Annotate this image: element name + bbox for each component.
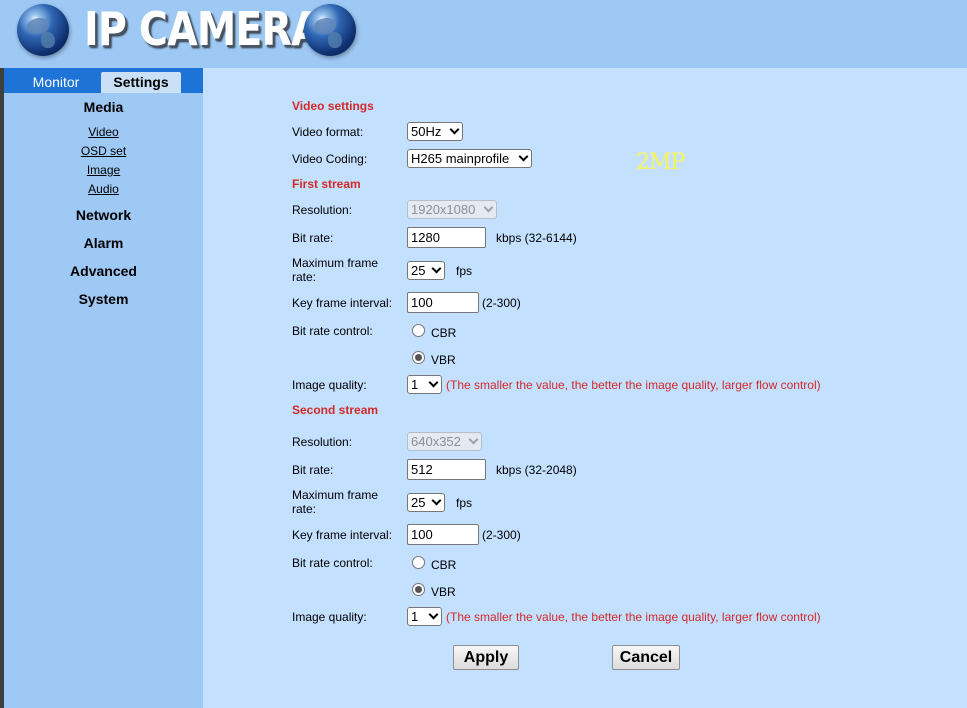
- nav-media[interactable]: Media: [4, 99, 203, 115]
- keyframe-hint: (2-300): [482, 296, 521, 310]
- second-framerate-select[interactable]: 25: [407, 493, 445, 512]
- first-bitrate-input[interactable]: 1280: [407, 227, 486, 248]
- chevron-down-icon: [468, 434, 479, 445]
- video-coding-value: H265 mainprofile: [411, 151, 510, 166]
- nav-system[interactable]: System: [4, 291, 203, 307]
- nav-item-video[interactable]: Video: [4, 125, 203, 139]
- chevron-down-icon: [449, 124, 460, 135]
- first-quality-select[interactable]: 1: [407, 375, 442, 394]
- framerate-label-line2: rate:: [292, 502, 317, 516]
- section-first-stream: First stream: [292, 177, 361, 191]
- nav-advanced[interactable]: Advanced: [4, 263, 203, 279]
- vbr-label: VBR: [431, 585, 456, 599]
- apply-button[interactable]: Apply: [453, 645, 519, 670]
- chevron-down-icon: [428, 377, 439, 388]
- resolution-label: Resolution:: [292, 203, 353, 217]
- globe-icon: [17, 4, 69, 56]
- second-keyframe-input[interactable]: 100: [407, 524, 479, 545]
- second-framerate-value: 25: [411, 495, 426, 510]
- video-coding-select[interactable]: H265 mainprofile: [407, 149, 532, 168]
- quality-hint: (The smaller the value, the better the i…: [446, 610, 821, 624]
- first-quality-value: 1: [411, 377, 419, 392]
- nav-item-audio[interactable]: Audio: [4, 182, 203, 196]
- first-vbr-radio[interactable]: [412, 351, 425, 364]
- chevron-down-icon: [483, 202, 494, 213]
- first-cbr-radio[interactable]: [412, 324, 425, 337]
- first-resolution-select: 1920x1080: [407, 200, 497, 219]
- tab-bar: Monitor Settings: [4, 68, 203, 93]
- second-quality-select[interactable]: 1: [407, 607, 442, 626]
- tab-monitor[interactable]: Monitor: [9, 72, 103, 93]
- section-video-settings: Video settings: [292, 99, 374, 113]
- app-title: IP CAMERA: [84, 2, 322, 56]
- second-quality-value: 1: [411, 609, 419, 624]
- keyframe-label: Key frame interval:: [292, 296, 393, 310]
- nav-item-image[interactable]: Image: [4, 163, 203, 177]
- header-banner: IP CAMERA: [0, 0, 967, 67]
- first-framerate-value: 25: [411, 263, 426, 278]
- quality-hint: (The smaller the value, the better the i…: [446, 378, 821, 392]
- framerate-label-line1: Maximum frame: [292, 256, 379, 270]
- vbr-label: VBR: [431, 353, 456, 367]
- framerate-unit: fps: [456, 496, 473, 510]
- bitrate-label: Bit rate:: [292, 463, 334, 477]
- nav-alarm[interactable]: Alarm: [4, 235, 203, 251]
- video-format-value: 50Hz: [411, 124, 442, 139]
- sidebar: Monitor Settings Media Video OSD set Ima…: [4, 68, 203, 708]
- bitrate-control-label: Bit rate control:: [292, 556, 373, 570]
- first-resolution-value: 1920x1080: [411, 202, 476, 217]
- first-keyframe-input[interactable]: 100: [407, 292, 479, 313]
- main-panel: Video settings Video format: 50Hz Video …: [203, 68, 967, 708]
- resolution-badge: 2MP: [636, 150, 685, 175]
- framerate-label-line2: rate:: [292, 270, 317, 284]
- nav-item-osd-set[interactable]: OSD set: [4, 144, 203, 158]
- framerate-unit: fps: [456, 264, 473, 278]
- section-second-stream: Second stream: [292, 403, 379, 417]
- framerate-label-line1: Maximum frame: [292, 488, 379, 502]
- resolution-label: Resolution:: [292, 435, 353, 449]
- globe-icon: [304, 4, 356, 56]
- second-cbr-radio[interactable]: [412, 556, 425, 569]
- chevron-down-icon: [431, 263, 442, 274]
- bitrate-hint: kbps (32-6144): [496, 231, 577, 245]
- second-resolution-value: 640x352: [411, 434, 461, 449]
- tab-settings[interactable]: Settings: [101, 72, 181, 93]
- cancel-button[interactable]: Cancel: [612, 645, 680, 670]
- image-quality-label: Image quality:: [292, 378, 367, 392]
- cbr-label: CBR: [431, 326, 457, 340]
- bitrate-hint: kbps (32-2048): [496, 463, 577, 477]
- second-resolution-select: 640x352: [407, 432, 482, 451]
- second-vbr-radio[interactable]: [412, 583, 425, 596]
- first-framerate-select[interactable]: 25: [407, 261, 445, 280]
- video-format-label: Video format:: [292, 125, 364, 139]
- image-quality-label: Image quality:: [292, 610, 367, 624]
- keyframe-label: Key frame interval:: [292, 528, 393, 542]
- video-coding-label: Video Coding:: [292, 152, 368, 166]
- second-bitrate-input[interactable]: 512: [407, 459, 486, 480]
- chevron-down-icon: [428, 609, 439, 620]
- video-format-select[interactable]: 50Hz: [407, 122, 463, 141]
- chevron-down-icon: [431, 495, 442, 506]
- nav-network[interactable]: Network: [4, 207, 203, 223]
- chevron-down-icon: [518, 151, 529, 162]
- keyframe-hint: (2-300): [482, 528, 521, 542]
- cbr-label: CBR: [431, 558, 457, 572]
- bitrate-label: Bit rate:: [292, 231, 334, 245]
- bitrate-control-label: Bit rate control:: [292, 324, 373, 338]
